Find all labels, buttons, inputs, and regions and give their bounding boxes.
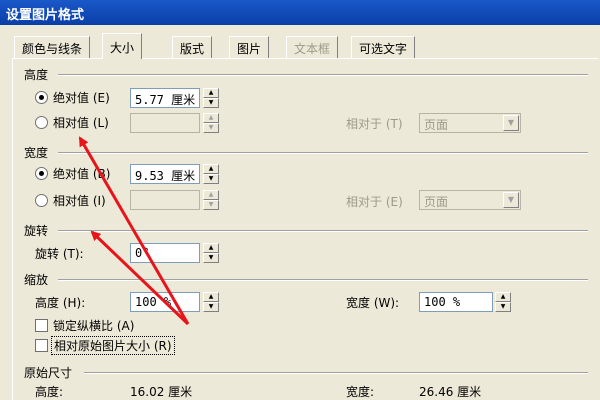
arrow-to-rotation: [90, 230, 190, 326]
tab-size[interactable]: 大小: [102, 33, 143, 59]
annotation-arrows: [78, 136, 190, 326]
arrow-to-height-relative: [78, 136, 190, 325]
